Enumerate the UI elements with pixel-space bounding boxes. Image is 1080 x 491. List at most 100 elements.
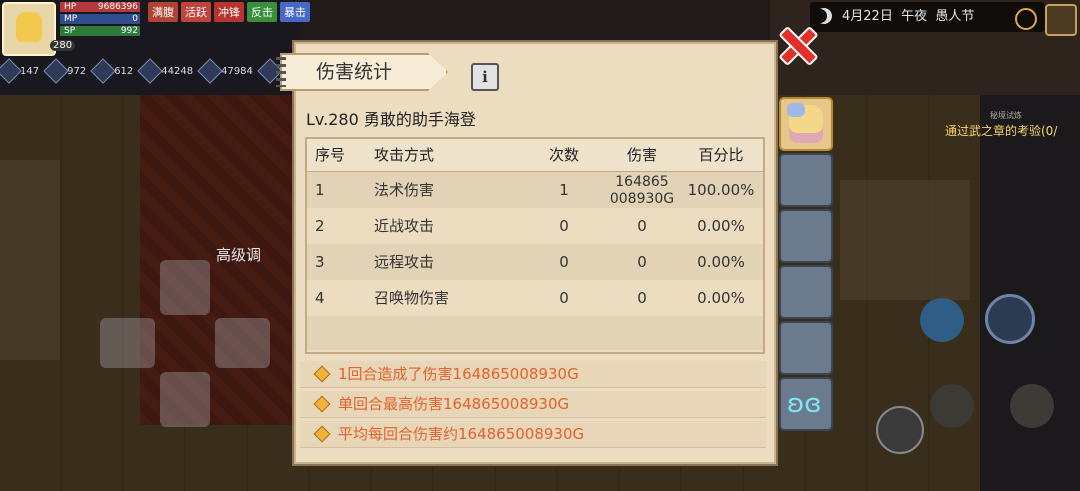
row-attack-type: 远程攻击 [374, 253, 435, 271]
summary-line: 平均每回合伤害约164865008930G [300, 421, 766, 448]
character-slot-empty[interactable] [779, 153, 833, 207]
dpad-down[interactable] [160, 372, 210, 427]
table-row: 2 近战攻击 0 0 0.00% [307, 208, 763, 244]
butterfly-icon: ʚɞ [787, 389, 822, 419]
status-tag: 活跃 [181, 2, 211, 22]
star-icon[interactable] [876, 406, 924, 454]
row-count: 0 [559, 289, 569, 307]
hp-value: 9686396 [97, 2, 138, 12]
row-index: 2 [315, 217, 325, 235]
row-attack-type: 法术伤害 [374, 181, 435, 199]
summary-text: 平均每回合伤害约164865008930G [338, 425, 585, 443]
header-count: 次数 [548, 146, 579, 164]
diamond-icon [313, 395, 331, 413]
row-percent: 0.00% [697, 253, 745, 271]
table-row-empty [307, 316, 763, 350]
stat-value: 147 [20, 65, 40, 77]
info-icon[interactable]: i [471, 63, 499, 91]
player-level: 280 [50, 40, 76, 51]
row-damage: 164865 008930G [590, 174, 694, 208]
summary-line: 单回合最高伤害164865008930G [300, 391, 766, 418]
character-slot-hero[interactable] [779, 97, 833, 151]
bow-icon[interactable] [1010, 384, 1054, 428]
row-index: 4 [315, 289, 325, 307]
panel-title: 伤害统计 [315, 61, 392, 83]
dpad-up[interactable] [160, 260, 210, 315]
stat-item: 47984 [197, 58, 253, 84]
gem-icon [197, 58, 223, 84]
character-slot-empty[interactable] [779, 209, 833, 263]
character-slot-summon[interactable]: ʚɞ [779, 377, 833, 431]
gem-icon [43, 58, 69, 84]
hp-bar: HP 9686396 [60, 2, 140, 12]
globe-icon[interactable] [1015, 8, 1037, 30]
row-damage: 0 [637, 217, 647, 235]
stat-value: 612 [114, 65, 134, 77]
sp-label: SP [64, 26, 76, 36]
row-damage: 0 [637, 289, 647, 307]
sword-icon[interactable] [930, 384, 974, 428]
festival-name: 愚人节 [935, 9, 975, 24]
stat-item: 612 [90, 58, 134, 84]
header-damage: 伤害 [626, 146, 657, 164]
gem-icon [137, 58, 164, 84]
row-percent: 0.00% [697, 217, 745, 235]
table-header: 序号 攻击方式 次数 伤害 百分比 [307, 139, 763, 173]
summary-text: 1回合造成了伤害164865008930G [338, 365, 579, 383]
row-percent: 100.00% [687, 181, 755, 199]
gear-icon[interactable] [985, 294, 1035, 344]
player-avatar[interactable] [2, 2, 56, 56]
hero-name: Lv.280 勇敢的助手海登 [306, 110, 476, 129]
stat-row: 147 972 612 44248 47984 7756 [0, 58, 306, 84]
time-bar: 4月22日 午夜 愚人节 [810, 2, 1045, 32]
dpad[interactable] [100, 260, 270, 430]
row-damage-line2: 008930G [609, 191, 675, 207]
quest-text[interactable]: 通过武之章的考验(0/ [945, 122, 1057, 139]
row-damage: 0 [637, 253, 647, 271]
row-count: 1 [559, 181, 569, 199]
stat-item: 147 [0, 58, 40, 84]
panel-title-tab: 伤害统计 [276, 53, 448, 91]
hp-label: HP [64, 2, 77, 12]
status-tag: 冲锋 [214, 2, 244, 22]
row-count: 0 [559, 217, 569, 235]
exit-button[interactable] [1045, 4, 1077, 36]
date-text: 4月22日 午夜 愚人节 [842, 2, 974, 32]
row-attack-type: 近战攻击 [374, 217, 435, 235]
header-attack-type: 攻击方式 [374, 146, 435, 164]
row-index: 3 [315, 253, 325, 271]
time-of-day: 午夜 [901, 9, 928, 24]
damage-table: 序号 攻击方式 次数 伤害 百分比 1 法术伤害 1 164865 008930G… [305, 137, 765, 354]
sp-value: 992 [120, 26, 138, 36]
dpad-left[interactable] [100, 318, 155, 368]
summary-line: 1回合造成了伤害164865008930G [300, 361, 766, 388]
dpad-right[interactable] [215, 318, 270, 368]
row-count: 0 [559, 253, 569, 271]
character-slot-empty[interactable] [779, 265, 833, 319]
mp-label: MP [64, 14, 78, 24]
stat-value: 47984 [221, 65, 253, 77]
gem-icon [90, 58, 116, 84]
gem-icon [0, 58, 22, 84]
table-row: 1 法术伤害 1 164865 008930G 100.00% [307, 172, 763, 208]
stat-item: 972 [43, 58, 87, 84]
table-row: 4 召唤物伤害 0 0 0.00% [307, 280, 763, 316]
sp-bar: SP 992 [60, 26, 140, 36]
table-row: 3 远程攻击 0 0 0.00% [307, 244, 763, 280]
header-percent: 百分比 [698, 146, 744, 164]
stat-value: 972 [67, 65, 87, 77]
summary-text: 单回合最高伤害164865008930G [338, 395, 570, 413]
row-damage-line1: 164865 [615, 174, 669, 190]
status-tag: 满腹 [148, 2, 178, 22]
moon-icon [816, 8, 832, 24]
quest-header: 秘境试炼 [990, 111, 1022, 120]
status-tags: 满腹 活跃 冲锋 反击 暴击 [148, 2, 310, 22]
header-index: 序号 [315, 146, 346, 164]
character-slot-empty[interactable] [779, 321, 833, 375]
row-attack-type: 召唤物伤害 [374, 289, 450, 307]
stat-value: 44248 [161, 65, 194, 77]
skill-button[interactable] [920, 298, 964, 342]
close-icon[interactable] [776, 24, 816, 64]
player-hud[interactable]: 280 HP 9686396 MP 0 SP 992 [0, 0, 150, 56]
hero-hair [787, 103, 805, 117]
